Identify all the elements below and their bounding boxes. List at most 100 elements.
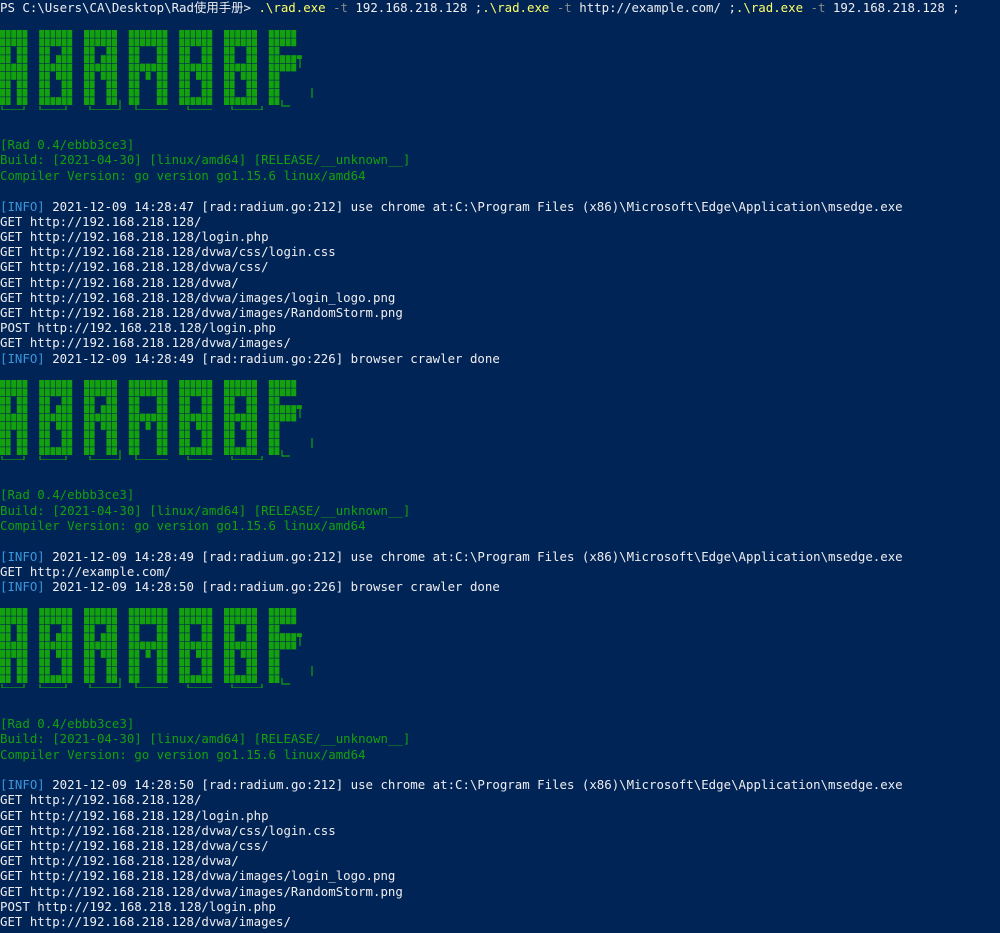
logo-block	[16, 55, 22, 63]
logo-block	[151, 30, 157, 38]
logo-block	[156, 30, 162, 38]
logo-block	[252, 430, 257, 439]
logo-block	[207, 650, 213, 658]
logo-block	[95, 63, 101, 72]
logo-block	[84, 380, 89, 388]
logo-block	[0, 666, 5, 675]
logo-block	[201, 80, 207, 89]
logo-block	[224, 97, 229, 105]
logo-block	[44, 624, 50, 633]
logo-block	[184, 30, 190, 38]
logo-block	[240, 30, 246, 38]
logo-block	[89, 388, 95, 397]
logo-block	[268, 396, 274, 405]
logo-block	[268, 405, 274, 413]
logo-block	[67, 641, 73, 650]
logo-block	[16, 97, 22, 105]
logo-block	[140, 30, 145, 38]
logo-block	[134, 624, 140, 633]
logo-block	[268, 633, 274, 641]
logo-block	[56, 72, 61, 80]
logo-block	[229, 38, 235, 47]
logo-block	[156, 430, 162, 439]
logo-block	[112, 30, 117, 38]
logo-outline	[231, 684, 263, 688]
logo-outline	[1, 456, 25, 460]
logo-block	[196, 30, 201, 38]
logo-block	[179, 608, 185, 616]
command-flag: -t	[325, 0, 348, 15]
logo-block	[162, 380, 168, 388]
logo-block	[22, 46, 28, 55]
logo-block	[140, 413, 145, 422]
logo-block	[201, 413, 207, 422]
logo-block	[112, 46, 117, 55]
logo-block	[179, 675, 185, 683]
logo-block	[16, 641, 22, 650]
logo-block	[224, 88, 229, 97]
logo-block	[106, 380, 112, 388]
logo-block	[162, 608, 168, 616]
logo-block	[0, 63, 5, 72]
logo-block	[39, 80, 45, 89]
request-line: GET http://192.168.218.128/dvwa/	[0, 853, 239, 868]
logo-block	[274, 658, 280, 667]
logo-block	[224, 55, 229, 63]
logo-block	[274, 447, 280, 455]
logo-block	[179, 405, 185, 413]
logo-block	[162, 38, 168, 47]
compiler-line: Compiler Version: go version go1.15.6 li…	[0, 168, 366, 183]
info-log-line: [INFO] 2021-12-09 14:28:47 [rad:radium.g…	[0, 199, 903, 214]
logo-block	[39, 624, 45, 633]
command-separator: ;	[467, 0, 483, 15]
logo-block	[179, 633, 185, 641]
logo-block	[252, 55, 257, 63]
logo-block	[151, 641, 157, 650]
prompt-path: PS C:\Users\CA\Desktop\Rad使用手册>	[0, 0, 259, 15]
logo-block	[207, 616, 213, 625]
logo-block	[224, 650, 229, 658]
logo-block	[280, 63, 285, 72]
logo-block	[252, 422, 257, 430]
logo-block	[61, 396, 67, 405]
logo-block	[89, 63, 95, 72]
logo-block	[151, 608, 157, 616]
logo-block	[179, 380, 185, 388]
logo-block	[246, 641, 252, 650]
command-prompt-line[interactable]: PS C:\Users\CA\Desktop\Rad使用手册> .\rad.ex…	[0, 0, 960, 15]
logo-block	[280, 633, 285, 641]
logo-block	[56, 447, 61, 455]
logo-block	[11, 650, 17, 658]
logo-block	[112, 608, 117, 616]
logo-block	[246, 396, 252, 405]
logo-block	[16, 413, 22, 422]
logo-block	[84, 616, 89, 625]
logo-block	[201, 97, 207, 105]
logo-block	[274, 388, 280, 397]
logo-block	[229, 388, 235, 397]
logo-block	[134, 447, 140, 455]
logo-block	[162, 88, 168, 97]
logo-block	[229, 430, 235, 439]
log-text: 2021-12-09 14:28:49 [rad:radium.go:226] …	[44, 351, 500, 366]
logo-block	[44, 72, 50, 80]
logo-block	[224, 624, 229, 633]
logo-block	[274, 675, 280, 683]
logo-outline	[39, 456, 67, 460]
request-line: POST http://192.168.218.128/login.php	[0, 320, 277, 335]
logo-block	[201, 380, 207, 388]
logo-block	[61, 633, 67, 641]
powershell-console[interactable]: PS C:\Users\CA\Desktop\Rad使用手册> .\rad.ex…	[0, 0, 1000, 933]
logo-block	[151, 616, 157, 625]
logo-block	[0, 388, 5, 397]
logo-block	[145, 380, 151, 388]
rad-banner-icon	[0, 606, 320, 688]
logo-block	[274, 413, 280, 422]
logo-block	[106, 616, 112, 625]
logo-block	[151, 380, 157, 388]
logo-block	[274, 422, 280, 430]
logo-block	[246, 422, 252, 430]
logo-block	[128, 38, 134, 47]
logo-block	[201, 658, 207, 667]
request-line: GET http://192.168.218.128/dvwa/css/	[0, 838, 269, 853]
